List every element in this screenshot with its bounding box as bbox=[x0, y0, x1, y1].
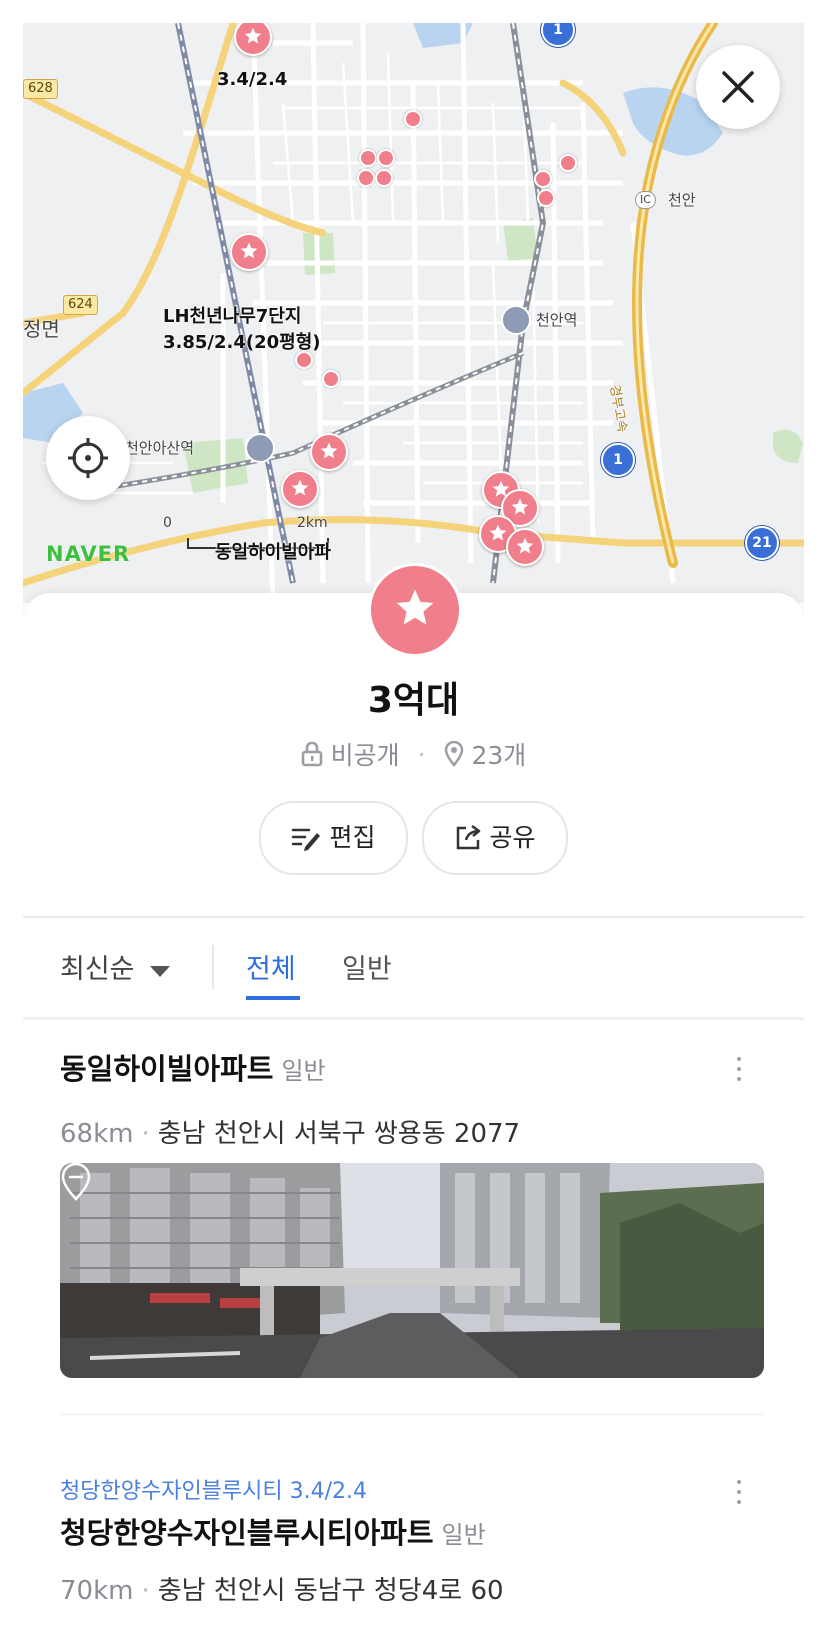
folder-actions: 편집 공유 bbox=[23, 801, 804, 875]
section-divider bbox=[23, 916, 804, 918]
more-dot bbox=[737, 1067, 741, 1071]
folder-meta: 비공개 · 23개 bbox=[23, 736, 804, 772]
place-count: 23개 bbox=[471, 741, 527, 770]
photo-location-icon bbox=[61, 1163, 91, 1201]
edit-label: 편집 bbox=[329, 823, 376, 852]
train-station-icon bbox=[501, 305, 531, 335]
ic-badge: IC bbox=[635, 191, 656, 209]
item-divider bbox=[60, 1414, 764, 1415]
map-label-ic: 천안 bbox=[668, 191, 696, 209]
share-icon bbox=[456, 824, 480, 850]
map-pin-star[interactable] bbox=[230, 233, 268, 271]
map-pin-dot[interactable] bbox=[377, 149, 395, 167]
train-station-icon bbox=[245, 433, 275, 463]
more-options-button[interactable] bbox=[729, 1053, 749, 1089]
map-pin-dot[interactable] bbox=[322, 370, 340, 388]
place-category: 일반 bbox=[441, 1521, 486, 1549]
map-pin-dot[interactable] bbox=[375, 169, 393, 187]
star-icon bbox=[516, 537, 534, 554]
address-separator: · bbox=[141, 1119, 150, 1149]
lock-icon bbox=[301, 741, 322, 767]
map-pin-dot[interactable] bbox=[537, 189, 555, 207]
edit-button[interactable]: 편집 bbox=[259, 801, 408, 875]
app-frame: 628 624 1 1 21 천안역 천안아산역 IC 천안 정면 경부고속 3… bbox=[23, 23, 804, 1627]
scale-km: 2km bbox=[297, 515, 328, 531]
map-label-cheonan-asan-station: 천안아산역 bbox=[125, 439, 195, 457]
sort-dropdown[interactable]: 최신순 bbox=[60, 947, 171, 986]
more-dot bbox=[737, 1077, 741, 1081]
map-label-lh-value: 3.85/2.4(20평형) bbox=[163, 332, 321, 353]
close-button[interactable] bbox=[696, 45, 780, 129]
map-pin-dot[interactable] bbox=[295, 351, 313, 369]
map-pin-star[interactable] bbox=[281, 470, 319, 508]
star-icon bbox=[489, 524, 507, 541]
place-name[interactable]: 동일하이빌아파트 일반 bbox=[60, 1046, 326, 1088]
place-memo: 청당한양수자인블루시티 3.4/2.4 bbox=[60, 1479, 368, 1504]
map-pin-dot[interactable] bbox=[359, 149, 377, 167]
naver-logo: NAVER bbox=[46, 542, 131, 566]
place-name-text: 청당한양수자인블루시티아파트 bbox=[60, 1516, 434, 1550]
my-location-button[interactable] bbox=[46, 416, 130, 500]
map-view[interactable]: 628 624 1 1 21 천안역 천안아산역 IC 천안 정면 경부고속 3… bbox=[23, 23, 804, 603]
route-1: 1 bbox=[601, 443, 635, 477]
location-pin-icon bbox=[444, 740, 463, 768]
place-address: 70km · 충남 천안시 동남구 청당4로 60 bbox=[60, 1570, 504, 1607]
map-label-cheonan-station: 천안역 bbox=[536, 311, 578, 329]
map-pin-star[interactable] bbox=[310, 433, 348, 471]
place-name[interactable]: 청당한양수자인블루시티아파트 일반 bbox=[60, 1510, 486, 1552]
street-view-image bbox=[60, 1163, 764, 1378]
edit-icon bbox=[292, 828, 321, 851]
place-name-text: 동일하이빌아파트 bbox=[60, 1052, 274, 1086]
more-dot bbox=[737, 1500, 741, 1504]
close-icon bbox=[722, 71, 754, 103]
meta-separator: · bbox=[417, 739, 426, 769]
map-pin-dot[interactable] bbox=[559, 154, 577, 172]
scale-zero: 0 bbox=[163, 515, 172, 531]
road-badge-628: 628 bbox=[23, 79, 58, 99]
folder-title: 3억대 bbox=[367, 680, 460, 721]
more-dot bbox=[737, 1480, 741, 1484]
place-photo[interactable] bbox=[60, 1163, 764, 1378]
place-address-text: 충남 천안시 동남구 청당4로 60 bbox=[157, 1576, 504, 1606]
star-icon bbox=[244, 27, 262, 44]
tab-all[interactable]: 전체 bbox=[246, 947, 296, 986]
place-category: 일반 bbox=[281, 1057, 326, 1085]
star-icon bbox=[320, 442, 338, 459]
map-pin-dot[interactable] bbox=[534, 170, 552, 188]
filter-separator bbox=[212, 945, 214, 989]
map-label-lh-name: LH천년나무7단지 bbox=[163, 306, 302, 327]
more-dot bbox=[737, 1057, 741, 1061]
map-pin-star[interactable] bbox=[506, 528, 544, 566]
star-icon bbox=[240, 242, 258, 259]
active-tab-indicator bbox=[246, 996, 300, 1000]
place-distance: 70km bbox=[60, 1576, 134, 1606]
map-label-left-edge: 정면 bbox=[23, 317, 60, 341]
filter-divider bbox=[23, 1017, 804, 1020]
crosshair-icon bbox=[68, 438, 108, 478]
road-badge-624: 624 bbox=[63, 295, 98, 315]
place-distance: 68km bbox=[60, 1119, 134, 1149]
route-21: 21 bbox=[745, 526, 779, 560]
star-icon bbox=[511, 498, 529, 515]
share-button[interactable]: 공유 bbox=[421, 801, 568, 875]
caret-down-icon bbox=[150, 965, 171, 977]
map-pin-dot[interactable] bbox=[357, 169, 375, 187]
share-label: 공유 bbox=[489, 823, 536, 852]
map-label-donil: 동일하이빌아파 bbox=[215, 542, 331, 563]
map-label-top-pin: 3.4/2.4 bbox=[217, 69, 288, 90]
sort-label: 최신순 bbox=[60, 954, 135, 985]
folder-star-icon bbox=[368, 563, 462, 657]
star-icon bbox=[396, 589, 434, 625]
place-address: 68km · 충남 천안시 서북구 쌍용동 2077 bbox=[60, 1113, 520, 1150]
tab-general[interactable]: 일반 bbox=[342, 947, 392, 986]
star-icon bbox=[291, 479, 309, 496]
place-address-text: 충남 천안시 서북구 쌍용동 2077 bbox=[157, 1119, 521, 1149]
privacy-label: 비공개 bbox=[330, 741, 400, 770]
address-separator: · bbox=[141, 1576, 150, 1606]
more-dot bbox=[737, 1490, 741, 1494]
map-pin-dot[interactable] bbox=[404, 110, 422, 128]
more-options-button[interactable] bbox=[729, 1476, 749, 1512]
